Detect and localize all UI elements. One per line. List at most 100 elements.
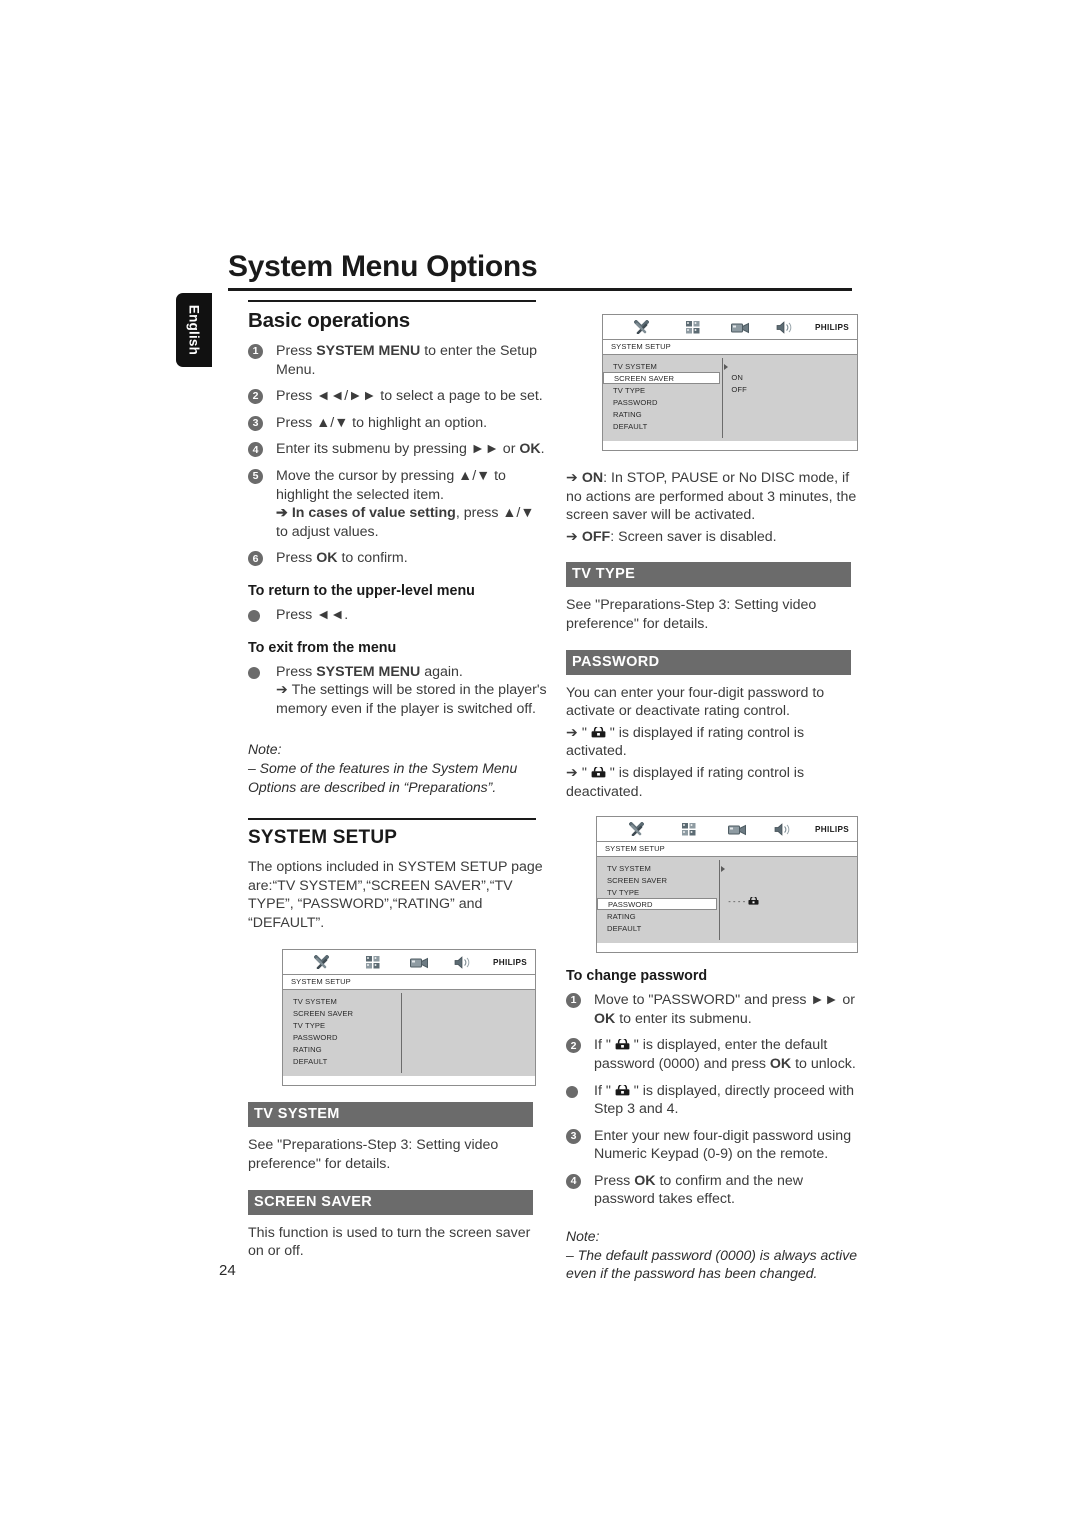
osd-menu-item[interactable]: DEFAULT (283, 1055, 401, 1067)
list-item: 2 Press ◄◄/►► to select a page to be set. (248, 387, 548, 406)
osd-menu-item[interactable]: RATING (283, 1043, 401, 1055)
language-grid-icon[interactable] (665, 822, 713, 836)
osd-menu-item[interactable]: RATING (597, 910, 719, 922)
right-column: PHILIPS SYSTEM SETUP TV SYSTEM SCREEN SAVER… (566, 300, 866, 1283)
osd-menu-item[interactable]: TV TYPE (603, 384, 722, 396)
step-text: Press ◄◄/►► to select a page to be set. (276, 388, 543, 405)
left-column: Basic operations 1 Press SYSTEM MENU to e… (248, 300, 548, 1270)
language-grid-icon[interactable] (670, 320, 717, 334)
osd-menu-list: TV SYSTEM SCREEN SAVER TV TYPE PASSWORD RATI… (283, 990, 401, 1076)
osd-menu-item[interactable]: TV TYPE (597, 886, 719, 898)
video-camera-icon[interactable] (713, 823, 761, 836)
speaker-icon[interactable] (764, 320, 806, 334)
basic-operations-steps: 1 Press SYSTEM MENU to enter the Setup Me… (248, 342, 548, 568)
language-tab: English (176, 293, 212, 367)
list-item: If " " is displayed, directly proceed wi… (566, 1082, 866, 1119)
system-setup-intro: The options included in SYSTEM SETUP pag… (248, 859, 543, 931)
language-grid-icon[interactable] (349, 955, 396, 969)
page-title: System Menu Options (228, 250, 538, 283)
bullet-dot (566, 1085, 578, 1098)
step-number: 4 (566, 1173, 581, 1189)
osd-menu-item[interactable]: TV SYSTEM (603, 360, 722, 372)
screen-saver-bar: SCREEN SAVER (248, 1189, 533, 1215)
osd-caret-icon (721, 866, 726, 873)
step-text: Move the cursor by pressing ▲/▼ to highl… (276, 467, 535, 540)
osd-menu-item[interactable]: RATING (603, 408, 722, 420)
osd-body: TV SYSTEM SCREEN SAVER TV TYPE PASSWORD RATI… (283, 990, 535, 1077)
exit-menu-text: Press SYSTEM MENU again. ➔ The settings w… (276, 663, 547, 717)
basic-operations-heading: Basic operations (248, 309, 410, 332)
step-number: 1 (566, 993, 581, 1009)
password-deactivated-text: ➔ " " is displayed if rating control is … (566, 764, 805, 800)
osd-value-pane: - - - - (720, 857, 857, 943)
list-item: 3 Enter your new four-digit password usin… (566, 1127, 866, 1164)
philips-logo: PHILIPS (815, 824, 849, 834)
osd-caret-icon (724, 364, 729, 370)
video-camera-icon[interactable] (396, 956, 443, 969)
step-number: 2 (248, 389, 263, 405)
title-rule (228, 288, 852, 291)
list-item: 1 Move to "PASSWORD" and press ►► or OK t… (566, 991, 866, 1028)
step-number: 6 (248, 551, 263, 567)
tools-icon[interactable] (613, 320, 670, 334)
osd-menu-item[interactable]: PASSWORD (603, 396, 722, 408)
step-text: If " " is displayed, enter the default p… (594, 1037, 856, 1072)
speaker-icon[interactable] (443, 956, 485, 969)
osd-menu-item[interactable]: TV SYSTEM (283, 995, 401, 1007)
basic-operations-rule (248, 300, 536, 302)
osd-system-setup-plain: PHILIPS SYSTEM SETUP TV SYSTEM SCREEN SAVER… (282, 949, 536, 1087)
tv-type-text: See "Preparations-Step 3: Setting video … (566, 597, 817, 632)
tools-icon[interactable] (293, 955, 349, 970)
screen-saver-on-text: ➔ ON: In STOP, PAUSE or No DISC mode, if… (566, 470, 857, 524)
exit-menu-heading: To exit from the menu (248, 639, 397, 656)
tv-type-bar: TV TYPE (566, 562, 851, 588)
osd-body: TV SYSTEM SCREEN SAVER TV TYPE PASSWORD RATI… (603, 355, 857, 441)
osd-menu-item[interactable]: SCREEN SAVER (283, 1007, 401, 1019)
osd-icon-bar: PHILIPS (283, 950, 535, 976)
step-text: Press ▲/▼ to highlight an option. (276, 414, 488, 431)
return-upper-bullet: Press ◄◄. (248, 606, 548, 625)
return-upper-text: Press ◄◄. (276, 606, 349, 623)
list-item: 1 Press SYSTEM MENU to enter the Setup Me… (248, 342, 548, 379)
osd-menu-item[interactable]: TV SYSTEM (597, 862, 719, 874)
osd-menu-list: TV SYSTEM SCREEN SAVER TV TYPE PASSWORD RATI… (603, 355, 722, 441)
screen-saver-text: This function is used to turn the screen… (248, 1224, 531, 1260)
osd-value[interactable]: - - - - (728, 896, 857, 909)
step-text: Press OK to confirm and the new password… (594, 1172, 803, 1208)
change-password-heading: To change password (566, 968, 708, 985)
manual-page: System Menu Options English Basic operat… (0, 0, 1080, 1528)
step-number: 1 (248, 344, 263, 359)
speaker-icon[interactable] (762, 822, 806, 836)
step-number: 3 (566, 1128, 581, 1144)
osd-value[interactable]: OFF (731, 383, 857, 395)
osd-menu-item[interactable]: DEFAULT (597, 922, 719, 934)
list-item: 4 Press OK to confirm and the new passwor… (566, 1172, 866, 1209)
list-item: 5 Move the cursor by pressing ▲/▼ to high… (248, 467, 548, 541)
osd-menu-item[interactable]: SCREEN SAVER (597, 874, 719, 886)
change-password-steps: 1 Move to "PASSWORD" and press ►► or OK t… (566, 991, 866, 1209)
return-upper-heading: To return to the upper-level menu (248, 582, 475, 599)
list-item: 6 Press OK to confirm. (248, 549, 548, 568)
osd-footer (603, 441, 857, 450)
osd-value[interactable]: ON (731, 371, 857, 383)
osd-menu-item[interactable]: PASSWORD (283, 1031, 401, 1043)
list-item: 4 Enter its submenu by pressing ►► or OK. (248, 440, 548, 459)
osd-icon-bar: PHILIPS (597, 817, 857, 843)
step-number: 5 (248, 468, 263, 484)
osd-screen-saver-submenu: PHILIPS SYSTEM SETUP TV SYSTEM SCREEN SAVER… (602, 314, 858, 451)
osd-menu-item[interactable]: DEFAULT (603, 420, 722, 432)
osd-subtitle: SYSTEM SETUP (603, 340, 857, 355)
video-camera-icon[interactable] (717, 321, 764, 334)
osd-menu-item-selected[interactable]: PASSWORD (597, 898, 718, 911)
philips-logo: PHILIPS (815, 322, 849, 332)
list-item: 2 If " " is displayed, enter the default … (566, 1036, 866, 1073)
osd-menu-item[interactable]: TV TYPE (283, 1019, 401, 1031)
tools-icon[interactable] (607, 822, 665, 837)
osd-menu-item-selected[interactable]: SCREEN SAVER (603, 372, 721, 384)
lock-icon (615, 1084, 630, 1096)
password-activated-text: ➔ " " is displayed if rating control is … (566, 724, 805, 760)
osd-footer (597, 943, 857, 953)
password-intro: You can enter your four-digit password t… (566, 684, 825, 720)
osd-footer (283, 1076, 535, 1086)
system-setup-heading: SYSTEM SETUP (248, 827, 398, 849)
